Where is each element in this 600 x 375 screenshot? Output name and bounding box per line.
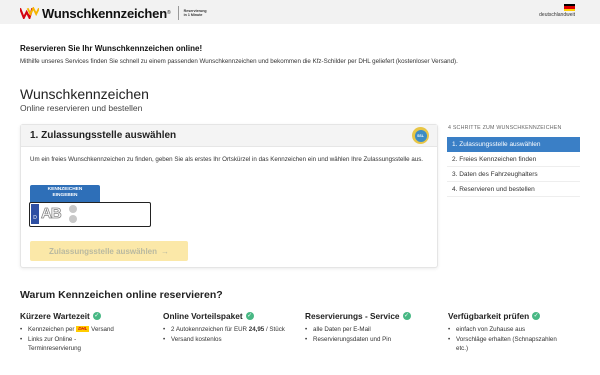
language-label[interactable]: deutschlandweit bbox=[539, 12, 575, 18]
benefit-title: Online Vorteilspaket ✓ bbox=[163, 311, 303, 321]
ssl-badge-label: SSL bbox=[414, 129, 427, 142]
list-item-text: / Stück bbox=[265, 326, 285, 333]
ssl-badge-icon: SSL bbox=[412, 127, 429, 144]
benefit-list: einfach von Zuhause aus Vorschläge erhal… bbox=[448, 325, 583, 354]
step-item-4[interactable]: 4. Reservieren und bestellen bbox=[447, 182, 580, 197]
check-icon: ✓ bbox=[402, 312, 411, 320]
list-item-text: Kennzeichen per bbox=[28, 326, 75, 333]
check-icon: ✓ bbox=[245, 312, 254, 320]
price-value: 24,95 bbox=[248, 326, 265, 333]
benefit-list: 2 Autokennzeichen für EUR 24,95 / Stück … bbox=[163, 325, 303, 344]
plate-seals bbox=[69, 205, 77, 225]
step-item-3[interactable]: 3. Daten des Fahrzeughalters bbox=[447, 167, 580, 182]
choose-registration-office-button[interactable]: Zulassungsstelle auswählen → bbox=[30, 241, 188, 261]
benefit-title-text: Online Vorteilspaket bbox=[163, 311, 243, 321]
benefit-list: alle Daten per E-Mail Reservierungsdaten… bbox=[305, 325, 445, 344]
step-card-header: 1. Zulassungsstelle auswählen SSL bbox=[21, 125, 437, 147]
top-bar: Wunschkennzeichen ® Reservierung in 1 Min… bbox=[0, 0, 600, 24]
plate-tag-line2: EINGEBEN bbox=[52, 193, 78, 198]
benefit-title-text: Verfügbarkeit prüfen bbox=[448, 311, 530, 321]
germany-flag-icon[interactable] bbox=[564, 4, 575, 11]
plate-tag-line1: KENNZEICHEN bbox=[47, 187, 83, 192]
license-plate-input[interactable]: D AB bbox=[29, 202, 151, 227]
arrow-right-icon: → bbox=[161, 246, 170, 256]
eu-country-strip: D bbox=[31, 204, 39, 224]
list-item-text: Vorschläge erhalten (Schnapszahlen bbox=[456, 335, 557, 343]
step-card: 1. Zulassungsstelle auswählen SSL Um ein… bbox=[20, 124, 438, 268]
list-item: Versand kostenlos bbox=[163, 335, 303, 345]
why-title: Warum Kennzeichen online reservieren? bbox=[20, 289, 223, 301]
choose-button-label: Zulassungsstelle auswählen bbox=[48, 246, 158, 256]
dhl-logo: DHL bbox=[76, 326, 90, 333]
step-item-1[interactable]: 1. Zulassungsstelle auswählen bbox=[447, 137, 580, 152]
list-item: Reservierungsdaten und Pin bbox=[305, 335, 445, 345]
steps-title: 4 SCHRITTE ZUM WUNSCHKENNZEICHEN bbox=[448, 125, 562, 131]
step-card-text: Um ein freies Wunschkennzeichen zu finde… bbox=[30, 156, 424, 163]
list-item: einfach von Zuhause aus bbox=[448, 325, 583, 335]
list-item-text: Links zur Online - bbox=[28, 335, 77, 343]
benefit-title-text: Kürzere Wartezeit bbox=[20, 311, 90, 321]
logo-mark-icon bbox=[20, 7, 39, 19]
intro-text: Mithilfe unseres Services finden Sie sch… bbox=[20, 58, 458, 65]
benefit-column-package: Online Vorteilspaket ✓ 2 Autokennzeichen… bbox=[163, 311, 303, 344]
check-icon: ✓ bbox=[532, 312, 541, 320]
list-item-text: Versand bbox=[91, 326, 114, 333]
logo-tagline: Reservierung in 1 Minute bbox=[184, 9, 207, 17]
list-item-text: Terminreservierung bbox=[28, 345, 81, 352]
list-item: Kennzeichen per DHL Versand bbox=[20, 325, 160, 335]
benefit-title: Verfügbarkeit prüfen ✓ bbox=[448, 311, 583, 321]
plate-seal-icon bbox=[69, 205, 77, 213]
step-card-title: 1. Zulassungsstelle auswählen bbox=[30, 130, 177, 141]
page-subtitle: Online reservieren und bestellen bbox=[20, 103, 143, 113]
brand-name: Wunschkennzeichen bbox=[42, 5, 167, 21]
benefit-column-waiting: Kürzere Wartezeit ✓ Kennzeichen per DHL … bbox=[20, 311, 160, 354]
intro-title: Reservieren Sie Ihr Wunschkennzeichen on… bbox=[20, 44, 203, 53]
plate-seal-icon bbox=[69, 215, 77, 223]
benefit-column-service: Reservierungs - Service ✓ alle Daten per… bbox=[305, 311, 445, 344]
list-item: 2 Autokennzeichen für EUR 24,95 / Stück bbox=[163, 325, 303, 335]
page-title: Wunschkennzeichen bbox=[20, 86, 149, 102]
plate-city-code-field[interactable]: AB bbox=[41, 205, 65, 223]
benefit-title-text: Reservierungs - Service bbox=[305, 311, 400, 321]
logo-divider bbox=[177, 6, 179, 20]
list-item: Vorschläge erhalten (Schnapszahlen etc.) bbox=[448, 335, 583, 354]
benefit-list: Kennzeichen per DHL Versand Links zur On… bbox=[20, 325, 160, 354]
list-item: Links zur Online - Terminreservierung bbox=[20, 335, 160, 354]
check-icon: ✓ bbox=[92, 312, 101, 320]
benefit-column-availability: Verfügbarkeit prüfen ✓ einfach von Zuhau… bbox=[448, 311, 583, 354]
trademark: ® bbox=[166, 10, 171, 16]
step-item-2[interactable]: 2. Freies Kennzeichen finden bbox=[447, 152, 580, 167]
plate-country-code: D bbox=[33, 215, 37, 221]
logo-tagline-line2: in 1 Minute bbox=[183, 13, 203, 17]
benefit-title: Reservierungs - Service ✓ bbox=[305, 311, 445, 321]
list-item-text: etc.) bbox=[456, 345, 469, 352]
list-item-text: 2 Autokennzeichen für EUR bbox=[171, 326, 248, 333]
benefit-title: Kürzere Wartezeit ✓ bbox=[20, 311, 160, 321]
logo[interactable]: Wunschkennzeichen ® Reservierung in 1 Min… bbox=[20, 5, 207, 21]
plate-input-tag: KENNZEICHEN EINGEBEN bbox=[30, 185, 100, 203]
list-item: alle Daten per E-Mail bbox=[305, 325, 445, 335]
